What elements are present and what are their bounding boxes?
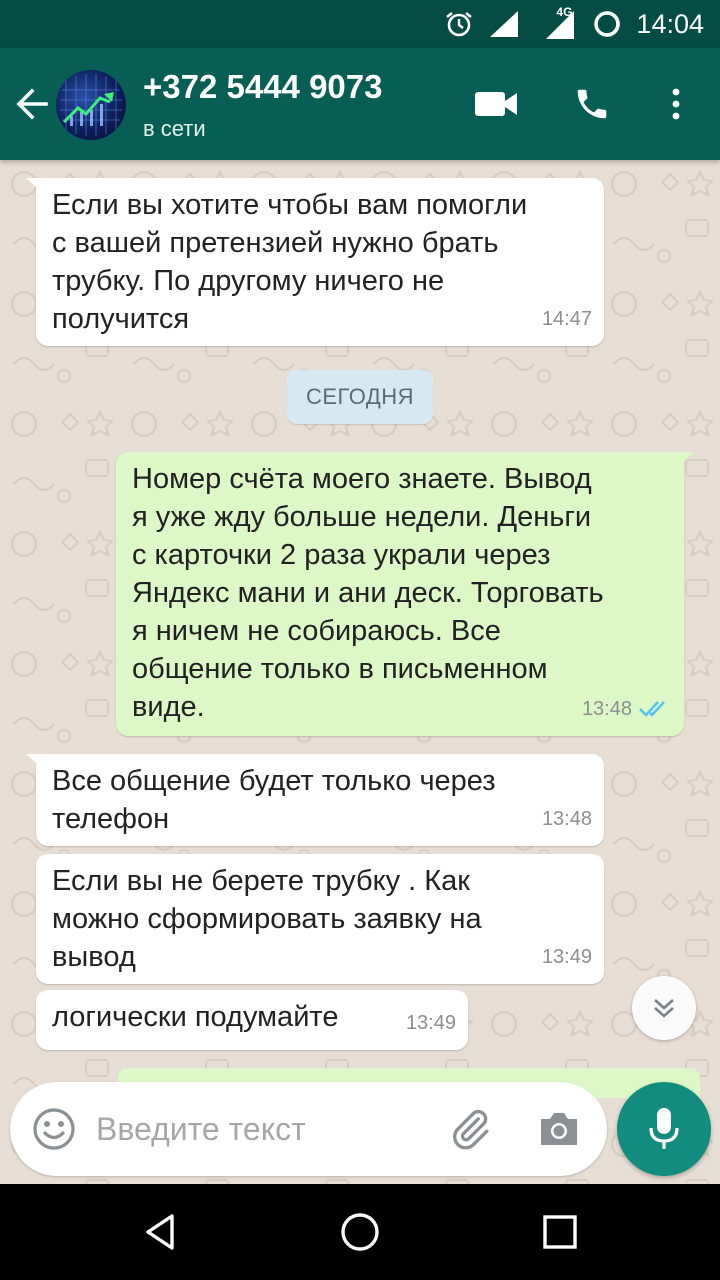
nav-back-button[interactable] (136, 1208, 184, 1256)
battery-icon (592, 9, 622, 39)
camera-button[interactable] (533, 1105, 585, 1153)
read-receipt-icon (639, 701, 665, 717)
message-time: 14:47 (541, 308, 592, 330)
date-separator: СЕГОДНЯ (287, 370, 433, 424)
voice-call-button[interactable] (568, 80, 616, 128)
message-time: 13:48 (541, 808, 592, 830)
nav-home-icon (341, 1213, 379, 1251)
video-call-icon (475, 92, 517, 116)
message-input[interactable] (96, 1102, 426, 1156)
nav-recents-button[interactable] (536, 1208, 584, 1256)
message-text: Если вы не берете трубку . Как можно сфо… (52, 865, 482, 973)
bubble-tail (26, 754, 46, 772)
message-time: 13:49 (405, 1012, 456, 1034)
camera-icon (541, 1113, 577, 1145)
message-incoming[interactable]: Если вы не берете трубку . Как можно сфо… (36, 854, 604, 984)
message-time: 13:48 (581, 698, 632, 720)
phone-icon (577, 89, 607, 119)
message-incoming[interactable]: логически подумайте 13:49 (36, 990, 468, 1050)
message-time: 13:49 (541, 946, 592, 968)
network-type-label: 4G (556, 5, 573, 19)
attach-button[interactable] (446, 1105, 494, 1153)
nav-back-icon (146, 1214, 174, 1250)
avatar[interactable] (56, 70, 126, 140)
video-call-button[interactable] (472, 80, 520, 128)
chevron-double-down-icon (654, 999, 674, 1018)
emoji-button[interactable] (30, 1105, 78, 1153)
microphone-icon (649, 1108, 679, 1149)
bubble-tail (26, 178, 46, 196)
bubble-tail (674, 452, 694, 470)
system-navigation-bar (0, 1184, 720, 1280)
message-outgoing[interactable]: Номер счёта моего знаете. Вывод я уже жд… (116, 452, 694, 736)
nav-recents-icon (543, 1215, 577, 1249)
more-vert-icon (672, 88, 680, 120)
message-text: Если вы хотите чтобы вам помогли с вашей… (52, 189, 528, 335)
message-incoming[interactable]: Все общение будет только через телефон 1… (26, 754, 604, 846)
contact-status: в сети (143, 116, 206, 141)
contact-name[interactable]: +372 5444 9073 (143, 68, 383, 106)
message-composer (10, 1082, 607, 1176)
voice-message-button[interactable] (617, 1082, 711, 1176)
scroll-to-bottom-button[interactable] (632, 976, 696, 1040)
alarm-icon (444, 9, 474, 39)
message-text: Номер счёта моего знаете. Вывод я уже жд… (132, 463, 604, 723)
wifi-signal-icon (488, 9, 520, 39)
more-options-button[interactable] (652, 80, 700, 128)
clock: 14:04 (636, 8, 704, 39)
message-text: Все общение будет только через телефон (52, 765, 496, 835)
message-text: логически подумайте (52, 1001, 339, 1033)
chat-header: +372 5444 9073 в сети (0, 48, 720, 160)
back-arrow-icon (16, 88, 48, 120)
paperclip-icon (453, 1109, 489, 1150)
cell-signal-icon: 4G (534, 5, 578, 41)
message-incoming[interactable]: Если вы хотите чтобы вам помогли с вашей… (26, 178, 604, 346)
message-list[interactable]: Если вы хотите чтобы вам помогли с вашей… (0, 160, 720, 1184)
nav-home-button[interactable] (336, 1208, 384, 1256)
emoji-icon (33, 1108, 75, 1150)
back-button[interactable] (10, 80, 54, 128)
status-bar: 4G 14:04 (0, 0, 720, 48)
